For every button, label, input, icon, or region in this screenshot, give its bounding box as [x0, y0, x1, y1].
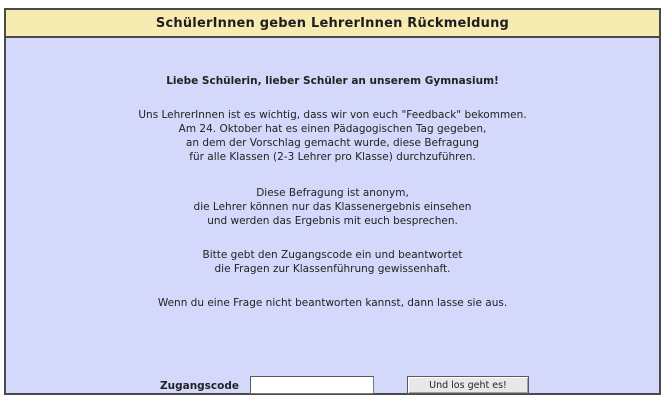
- survey-panel: SchülerInnen geben LehrerInnen Rückmeldu…: [4, 8, 661, 395]
- anonymous-line-3: und werden das Ergebnis mit euch besprec…: [207, 215, 458, 227]
- instructions-paragraph: Bitte gebt den Zugangscode ein und beant…: [6, 248, 659, 276]
- access-code-input[interactable]: [250, 376, 374, 394]
- feedback-paragraph: Uns LehrerInnen ist es wichtig, dass wir…: [6, 108, 659, 164]
- anonymous-line-1: Diese Befragung ist anonym,: [256, 187, 409, 199]
- skip-line: Wenn du eine Frage nicht beantworten kan…: [157, 297, 508, 309]
- feedback-line-4: für alle Klassen (2-3 Lehrer pro Klasse)…: [189, 151, 476, 163]
- greeting-paragraph: Liebe Schülerin, lieber Schüler an unser…: [6, 74, 659, 88]
- access-code-form: Zugangscode Und los geht es!: [6, 376, 659, 396]
- greeting-text: Liebe Schülerin, lieber Schüler an unser…: [166, 75, 499, 87]
- submit-button[interactable]: Und los geht es!: [407, 376, 529, 394]
- feedback-line-2: Am 24. Oktober hat es einen Pädagogische…: [178, 123, 487, 135]
- anonymous-line-2: die Lehrer können nur das Klassenergebni…: [193, 201, 472, 213]
- page-title: SchülerInnen geben LehrerInnen Rückmeldu…: [155, 15, 510, 31]
- feedback-line-3: an dem der Vorschlag gemacht wurde, dies…: [185, 137, 480, 149]
- title-bar: SchülerInnen geben LehrerInnen Rückmeldu…: [6, 10, 659, 38]
- feedback-line-1: Uns LehrerInnen ist es wichtig, dass wir…: [138, 109, 527, 121]
- access-code-label: Zugangscode: [160, 380, 240, 392]
- instructions-line-2: die Fragen zur Klassenführung gewissenha…: [214, 263, 451, 275]
- skip-paragraph: Wenn du eine Frage nicht beantworten kan…: [6, 296, 659, 310]
- instructions-line-1: Bitte gebt den Zugangscode ein und beant…: [202, 249, 463, 261]
- anonymous-paragraph: Diese Befragung ist anonym, die Lehrer k…: [6, 186, 659, 228]
